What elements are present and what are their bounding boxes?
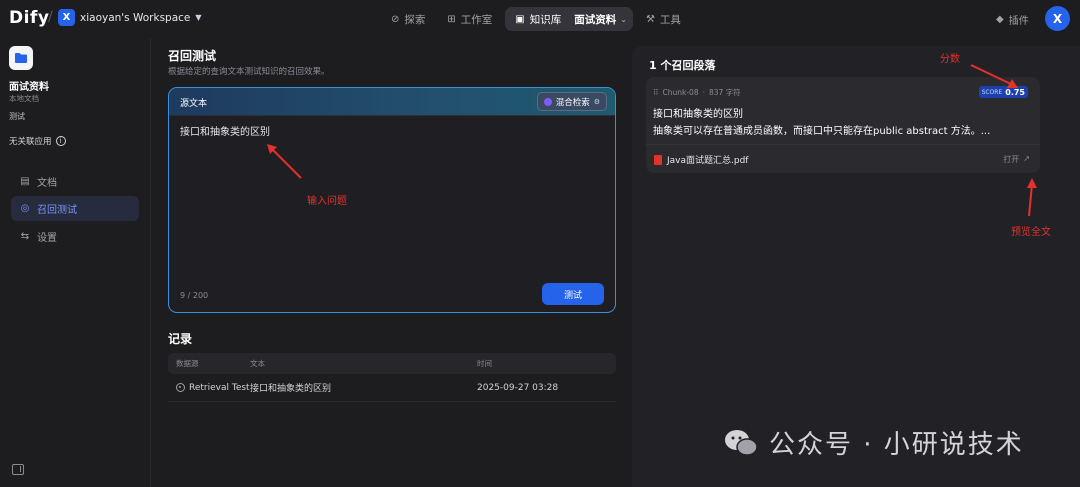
results-panel: 1 个召回段落 ⠿ Chunk-08 · 837 字符 SCORE 0.75 接… bbox=[632, 46, 1080, 487]
settings-icon: ⚙ bbox=[593, 97, 600, 106]
file-name: Java面试题汇总.pdf bbox=[667, 156, 749, 166]
table-row[interactable]: Retrieval Test 接口和抽象类的区别 2025-09-27 03:2… bbox=[168, 374, 616, 402]
sliders-icon: ⇆ bbox=[20, 231, 30, 242]
main-nav: ⊘ 探索 ⊞ 工作室 ▣ 知识库 面试资料 ⌄ ⚒ 工具 bbox=[384, 7, 688, 31]
sidebar-item-label: 召回测试 bbox=[37, 205, 77, 216]
annotation-preview-full: 预览全文 bbox=[1011, 227, 1051, 238]
chunk-content: 抽象类可以存在普通成员函数，而接口中只能存在public abstract 方法… bbox=[653, 126, 991, 137]
linked-apps[interactable]: 无关联应用 i bbox=[9, 135, 66, 147]
nav-tools-label: 工具 bbox=[659, 13, 681, 26]
nav-studio-label: 工作室 bbox=[460, 13, 493, 26]
pdf-icon bbox=[654, 154, 662, 165]
retrieval-test-panel: 召回测试 根据给定的查询文本测试知识的召回效果。 源文本 混合检索 ⚙ 接口和抽… bbox=[151, 38, 632, 487]
cube-icon: ◆ bbox=[996, 14, 1004, 25]
plugins-button[interactable]: ◆ 插件 bbox=[996, 12, 1029, 27]
linked-apps-label: 无关联应用 bbox=[9, 137, 52, 147]
studio-icon: ⊞ bbox=[447, 13, 456, 25]
score-badge: SCORE 0.75 bbox=[978, 86, 1028, 98]
nav-knowledge[interactable]: ▣ 知识库 面试资料 ⌄ bbox=[505, 7, 633, 31]
record-text: 接口和抽象类的区别 bbox=[250, 384, 332, 394]
record-source-label: Retrieval Test bbox=[189, 382, 250, 393]
folder-icon bbox=[9, 46, 33, 70]
compass-icon: ⊘ bbox=[391, 13, 400, 25]
records-title: 记录 bbox=[168, 332, 193, 346]
nav-explore-label: 探索 bbox=[404, 13, 426, 26]
score-label: SCORE bbox=[981, 88, 1003, 96]
dataset-description: 测试 bbox=[9, 112, 25, 121]
chunk-meta: ⠿ Chunk-08 · 837 字符 bbox=[653, 88, 741, 97]
external-link-icon: ↗ bbox=[1023, 154, 1030, 163]
annotation-score: 分数 bbox=[940, 54, 960, 65]
page-title: 召回测试 bbox=[168, 49, 217, 63]
knowledge-selector[interactable]: 面试资料 ⌄ bbox=[574, 12, 627, 27]
retrieval-icon bbox=[176, 383, 185, 392]
annotation-arrow bbox=[1027, 178, 1037, 217]
sidebar-item-retrieval-test[interactable]: ◎ 召回测试 bbox=[11, 196, 139, 221]
hybrid-search-label: 混合检索 bbox=[555, 97, 590, 108]
query-box-header: 源文本 混合检索 ⚙ bbox=[169, 88, 615, 115]
annotation-input-question: 输入问题 bbox=[307, 196, 347, 207]
column-header: 文本 bbox=[250, 359, 265, 368]
record-time: 2025-09-27 03:28 bbox=[477, 382, 559, 393]
workspace-name: xiaoyan's Workspace bbox=[80, 11, 191, 24]
sidebar-item-label: 设置 bbox=[37, 233, 57, 244]
knowledge-current-label: 面试资料 bbox=[574, 13, 617, 26]
chunk-id: Chunk-08 bbox=[662, 88, 699, 97]
wechat-icon bbox=[725, 429, 758, 456]
char-count: 9 / 200 bbox=[180, 291, 209, 300]
sidebar-item-label: 文档 bbox=[37, 178, 57, 189]
query-input-area: 接口和抽象类的区别 9 / 200 测试 bbox=[170, 115, 614, 311]
dataset-name: 面试资料 bbox=[9, 82, 49, 93]
nav-knowledge-label: 知识库 bbox=[529, 13, 562, 26]
grid-icon: ⠿ bbox=[653, 88, 659, 97]
collapse-sidebar-icon[interactable] bbox=[12, 464, 24, 475]
score-value: 0.75 bbox=[1005, 87, 1025, 97]
dify-logo[interactable]: Dify bbox=[9, 8, 49, 28]
nav-tools[interactable]: ⚒ 工具 bbox=[639, 7, 688, 31]
hybrid-search-icon bbox=[543, 97, 552, 106]
sidebar-item-documents[interactable]: ▤ 文档 bbox=[11, 169, 139, 194]
nav-explore[interactable]: ⊘ 探索 bbox=[384, 7, 432, 31]
results-title: 1 个召回段落 bbox=[649, 59, 716, 72]
chevron-down-icon: ▼ bbox=[195, 13, 202, 22]
chevron-down-icon: ⌄ bbox=[620, 14, 627, 24]
hybrid-search-button[interactable]: 混合检索 ⚙ bbox=[536, 92, 607, 111]
open-label: 打开 bbox=[1003, 155, 1020, 164]
open-button[interactable]: 打开 ↗ bbox=[1003, 154, 1030, 165]
workspace-selector[interactable]: X xiaoyan's Workspace ▼ bbox=[58, 9, 202, 26]
divider: / bbox=[48, 9, 53, 25]
user-avatar[interactable]: X bbox=[1045, 6, 1070, 31]
chunk-card[interactable]: ⠿ Chunk-08 · 837 字符 SCORE 0.75 接口和抽象类的区别… bbox=[646, 77, 1040, 173]
nav-studio[interactable]: ⊞ 工作室 bbox=[440, 7, 499, 31]
column-header: 时间 bbox=[477, 359, 492, 368]
watermark-text: 公众号 · 小研说技术 bbox=[769, 430, 1024, 460]
page-subtitle: 根据给定的查询文本测试知识的召回效果。 bbox=[168, 67, 330, 77]
sidebar: 面试资料 本地文档 测试 无关联应用 i ▤ 文档 ◎ 召回测试 ⇆ 设置 bbox=[0, 38, 151, 487]
target-icon: ◎ bbox=[20, 203, 30, 214]
chunk-chars: 837 字符 bbox=[708, 88, 741, 97]
query-input[interactable]: 接口和抽象类的区别 bbox=[180, 123, 600, 138]
info-icon[interactable]: i bbox=[55, 136, 66, 146]
plugins-label: 插件 bbox=[1008, 16, 1029, 27]
test-button[interactable]: 测试 bbox=[542, 283, 604, 305]
records-table: 数据源 文本 时间 Retrieval Test 接口和抽象类的区别 2025-… bbox=[168, 353, 616, 402]
dataset-type: 本地文档 bbox=[9, 94, 39, 103]
record-source: Retrieval Test bbox=[168, 383, 250, 393]
book-icon: ▣ bbox=[515, 13, 525, 25]
source-file: Java面试题汇总.pdf bbox=[654, 153, 748, 166]
document-icon: ▤ bbox=[20, 176, 30, 187]
top-bar: Dify / X xiaoyan's Workspace ▼ ⊘ 探索 ⊞ 工作… bbox=[0, 0, 1080, 38]
column-header: 数据源 bbox=[176, 359, 199, 368]
chunk-title: 接口和抽象类的区别 bbox=[653, 109, 743, 120]
source-text-label: 源文本 bbox=[180, 99, 208, 109]
records-header: 数据源 文本 时间 bbox=[168, 353, 616, 374]
divider bbox=[646, 144, 1040, 145]
sidebar-item-settings[interactable]: ⇆ 设置 bbox=[11, 224, 139, 249]
watermark: 公众号 · 小研说技术 bbox=[723, 424, 1024, 461]
workspace-avatar: X bbox=[58, 9, 75, 26]
wrench-icon: ⚒ bbox=[645, 13, 655, 25]
query-box: 源文本 混合检索 ⚙ 接口和抽象类的区别 9 / 200 测试 bbox=[168, 87, 616, 313]
